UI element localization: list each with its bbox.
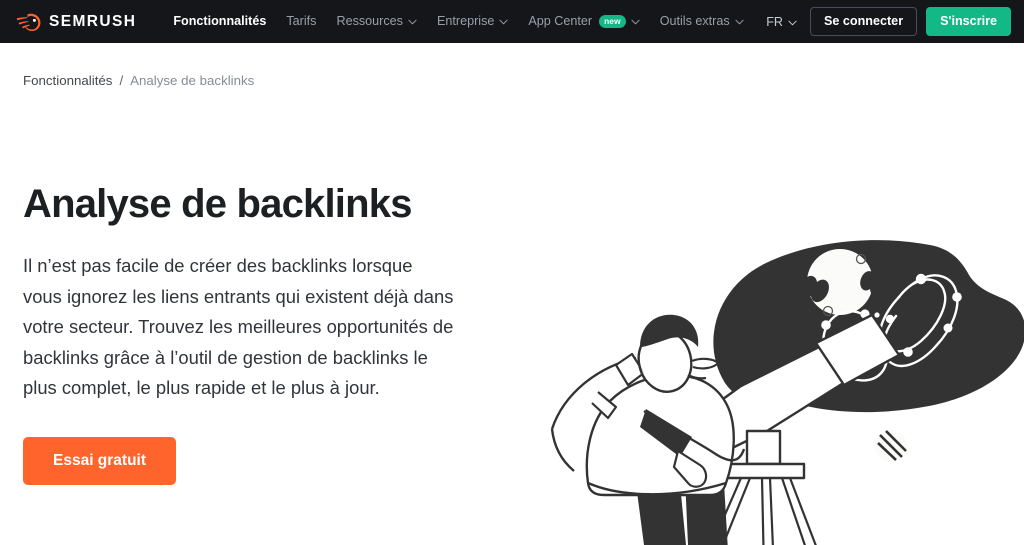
nav-item-outils-extras[interactable]: Outils extras [650, 9, 754, 34]
nav-item-entreprise[interactable]: Entreprise [427, 9, 518, 34]
nav-item-label: Ressources [336, 14, 403, 29]
chevron-down-icon [788, 15, 797, 29]
nav-item-label: App Center [528, 14, 593, 29]
language-label: FR [766, 14, 783, 29]
nav-item-tarifs[interactable]: Tarifs [276, 9, 326, 34]
semrush-logo-link[interactable]: SEMRUSH [16, 11, 136, 33]
breadcrumb: Fonctionnalités / Analyse de backlinks [0, 43, 1024, 88]
semrush-wordmark: SEMRUSH [49, 12, 137, 30]
nav-item-label: Tarifs [286, 14, 317, 29]
signup-button[interactable]: S'inscrire [926, 6, 1011, 37]
chevron-down-icon [631, 15, 640, 28]
nav-item-ressources[interactable]: Ressources [326, 9, 427, 34]
login-button[interactable]: Se connecter [810, 6, 918, 37]
nav-item-label: Outils extras [659, 14, 730, 29]
nav-item-fonctionnalites[interactable]: Fonctionnalités [163, 9, 276, 34]
chevron-down-icon [499, 15, 508, 28]
nav-item-label: Fonctionnalités [173, 14, 267, 29]
hero-copy: Analyse de backlinks Il n’est pas facile… [23, 182, 473, 486]
new-badge: new [599, 15, 626, 28]
primary-nav-links: Fonctionnalités Tarifs Ressources Entrep… [163, 9, 756, 34]
breadcrumb-item-current: Analyse de backlinks [130, 73, 255, 88]
nav-item-label: Entreprise [436, 14, 495, 29]
nav-right-actions: FR Se connecter S'inscrire [762, 6, 1011, 37]
chevron-down-icon [408, 15, 417, 28]
hero-description: Il n’est pas facile de créer des backlin… [23, 255, 454, 399]
nav-item-app-center[interactable]: App Center new [518, 9, 649, 34]
astronomer-telescope-illustration [528, 215, 1024, 545]
top-navigation-bar: SEMRUSH Fonctionnalités Tarifs Ressource… [0, 0, 1024, 43]
breadcrumb-item-fonctionnalites[interactable]: Fonctionnalités [23, 74, 112, 88]
chevron-down-icon [735, 15, 744, 28]
free-trial-button[interactable]: Essai gratuit [23, 436, 177, 486]
page-content: Fonctionnalités / Analyse de backlinks A… [0, 43, 1024, 545]
language-switcher[interactable]: FR [762, 10, 801, 34]
breadcrumb-separator: / [119, 73, 124, 88]
page-title: Analyse de backlinks [23, 182, 412, 227]
semrush-comet-logo-icon [16, 11, 42, 33]
